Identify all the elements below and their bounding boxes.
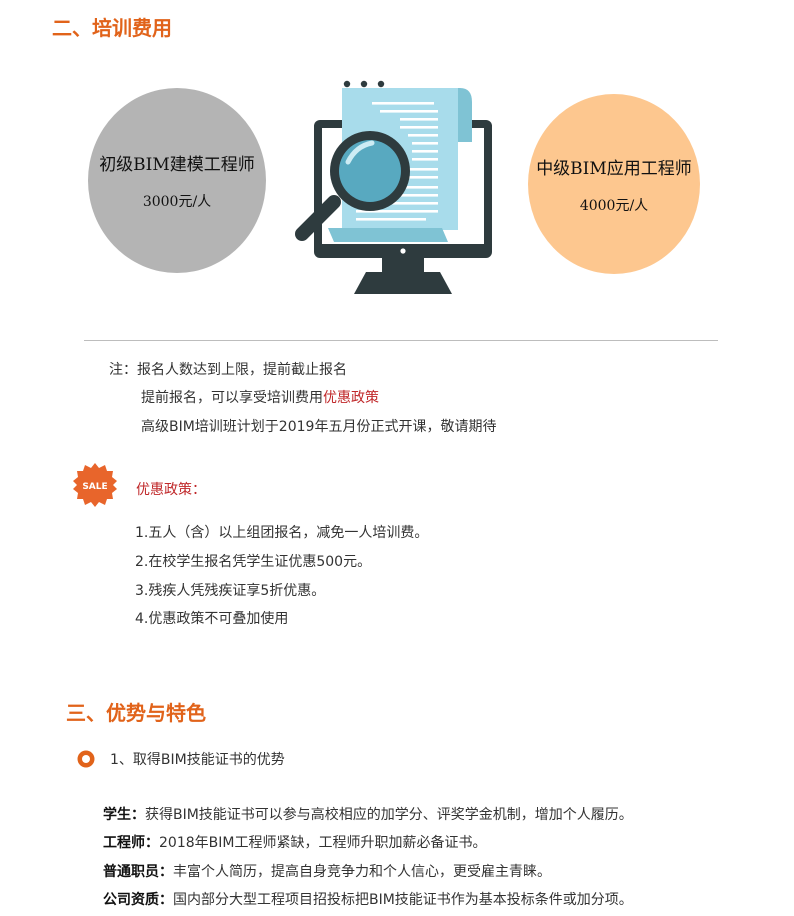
advantage-row-engineer: 工程师：2018年BIM工程师紧缺，工程师升职加薪必备证书。 (103, 832, 486, 852)
section-title-advantages: 三、优势与特色 (66, 701, 206, 725)
advantage-label: 公司资质： (103, 892, 173, 908)
junior-engineer-name: 初级BIM建模工程师 (99, 155, 255, 175)
advantage-text: 获得BIM技能证书可以参与高校相应的加学分、评奖学金机制，增加个人履历。 (145, 807, 633, 823)
ring-bullet-icon (77, 750, 95, 768)
policy-item-1: 1.五人（含）以上组团报名，减免一人培训费。 (135, 525, 429, 541)
dot-icon (343, 80, 351, 88)
note-line-2: 提前报名，可以享受培训费用优惠政策 (141, 387, 379, 407)
advantage-row-employee: 普通职员：丰富个人简历，提高自身竞争力和个人信心，更受雇主青睐。 (103, 861, 551, 881)
junior-engineer-price: 3000元/人 (142, 194, 212, 210)
sale-badge-icon: SALE (73, 463, 117, 507)
note-line-1: 注：报名人数达到上限，提前截止报名 (109, 362, 347, 378)
note-line-3: 高级BIM培训班计划于2019年五月份正式开课，敬请期待 (141, 419, 497, 435)
advantage-label: 工程师： (103, 835, 159, 851)
discount-policy-link[interactable]: 优惠政策 (323, 390, 379, 406)
section-title-fees: 二、培训费用 (52, 16, 172, 40)
divider (84, 340, 718, 341)
dot-icon (377, 80, 385, 88)
sale-badge-text: SALE (82, 482, 107, 492)
policy-item-3: 3.残疾人凭残疾证享5折优惠。 (135, 583, 326, 599)
advantage-label: 学生： (103, 807, 145, 823)
dot-icon (360, 80, 368, 88)
advantage-text: 2018年BIM工程师紧缺，工程师升职加薪必备证书。 (159, 835, 487, 851)
policy-item-4: 4.优惠政策不可叠加使用 (135, 611, 289, 627)
advantage-row-company: 公司资质：国内部分大型工程项目招投标把BIM技能证书作为基本投标条件或加分项。 (103, 889, 633, 909)
middle-engineer-name: 中级BIM应用工程师 (536, 158, 692, 179)
advantage-text: 丰富个人简历，提高自身竞争力和个人信心，更受雇主青睐。 (173, 864, 551, 880)
note-line-2-text: 提前报名，可以享受培训费用 (141, 390, 323, 406)
advantages-subtitle: 1、取得BIM技能证书的优势 (110, 752, 285, 768)
middle-engineer-price: 4000元/人 (579, 197, 649, 214)
advantage-label: 普通职员： (103, 864, 173, 880)
advantage-row-student: 学生：获得BIM技能证书可以参与高校相应的加学分、评奖学金机制，增加个人履历。 (103, 804, 633, 824)
middle-engineer-circle: 中级BIM应用工程师 4000元/人 (528, 94, 700, 274)
policy-item-2: 2.在校学生报名凭学生证优惠500元。 (135, 554, 372, 570)
advantage-text: 国内部分大型工程项目招投标把BIM技能证书作为基本投标条件或加分项。 (173, 892, 633, 908)
policy-title: 优惠政策： (136, 482, 206, 498)
document-search-illustration (295, 80, 492, 294)
junior-engineer-circle: 初级BIM建模工程师 3000元/人 (88, 88, 266, 273)
